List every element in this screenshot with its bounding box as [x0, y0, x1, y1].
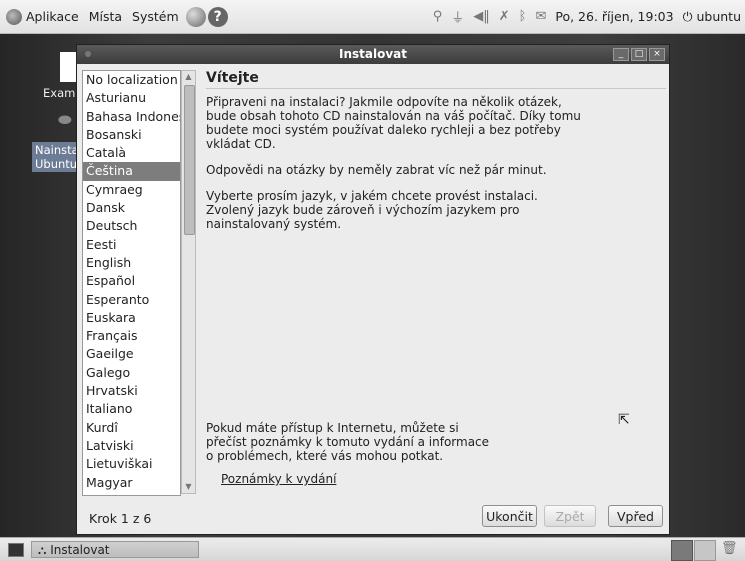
release-notes-link[interactable]: Poznámky k vydání — [221, 472, 336, 486]
window-controls: _ □ × — [613, 48, 665, 61]
taskbar-item-label: Instalovat — [50, 543, 110, 557]
menu-applications-label: Aplikace — [26, 9, 79, 24]
clock[interactable]: Po, 26. říjen, 19:03 — [555, 9, 673, 24]
close-icon[interactable]: × — [649, 48, 665, 61]
step-indicator: Krok 1 z 6 — [89, 511, 152, 526]
internet-paragraph: Pokud máte přístup k Internetu, můžete s… — [206, 421, 490, 463]
user-name: ubuntu — [696, 8, 741, 24]
minimize-icon[interactable]: _ — [613, 48, 629, 61]
language-item[interactable]: No localization — [83, 71, 180, 89]
language-item[interactable]: Dansk — [83, 199, 180, 217]
main-menu: Aplikace Místa Systém ? — [0, 0, 228, 33]
workspace-1[interactable] — [671, 540, 693, 561]
scrollbar-thumb[interactable] — [184, 85, 195, 235]
language-item[interactable]: Eesti — [83, 236, 180, 254]
installer-window: Instalovat _ □ × No localization Asturian… — [76, 44, 670, 535]
language-item[interactable]: Bosanski — [83, 126, 180, 144]
page-title: Vítejte — [206, 70, 666, 89]
language-item[interactable]: Deutsch — [83, 217, 180, 235]
foot-icon — [6, 8, 22, 25]
taskbar-item-installer[interactable]: ⛬ Instalovat — [31, 541, 199, 558]
bluetooth-icon[interactable]: ✗ — [499, 9, 510, 24]
scroll-up-icon[interactable]: ▲ — [182, 71, 195, 83]
language-item[interactable]: Bahasa Indonesia — [83, 108, 180, 126]
language-item[interactable]: Català — [83, 144, 180, 162]
mail-icon[interactable]: ✉ — [535, 9, 546, 24]
back-button[interactable]: Zpět — [544, 505, 596, 527]
top-panel: Aplikace Místa Systém ? ⚲ ⏚ ◀‖ ✗ ᛒ ✉ Po,… — [0, 0, 745, 34]
installer-icon[interactable]: ⬬ — [58, 110, 72, 130]
duration-paragraph: Odpovědi na otázky by neměly zabrat víc … — [206, 163, 547, 177]
workspace-2[interactable] — [694, 540, 716, 561]
network-icon[interactable]: ⏚ — [451, 7, 464, 26]
language-item[interactable]: Čeština — [83, 162, 180, 181]
language-item[interactable]: Euskara — [83, 309, 180, 327]
language-item[interactable]: Gaeilge — [83, 345, 180, 363]
language-item[interactable]: Cymraeg — [83, 181, 180, 199]
bottom-panel: ⛬ Instalovat 🗑 — [0, 537, 745, 561]
language-scrollbar[interactable]: ▲ ▼ — [181, 70, 196, 494]
system-tray: ⚲ ⏚ ◀‖ ✗ ᛒ ✉ Po, 26. říjen, 19:03 ⏻ ubun… — [433, 0, 741, 33]
volume-icon[interactable]: ◀‖ — [473, 9, 490, 24]
window-title: Instalovat — [339, 47, 407, 61]
language-item[interactable]: Kurdî — [83, 419, 180, 437]
intro-paragraph: Připraveni na instalaci? Jakmile odpovít… — [206, 95, 581, 151]
language-item[interactable]: Español — [83, 272, 180, 290]
language-item[interactable]: Latviski — [83, 437, 180, 455]
desktop-icon-install-ubuntu[interactable]: Nainsta Ubuntu — [32, 142, 82, 172]
trash-icon[interactable]: 🗑 — [721, 541, 738, 558]
language-item[interactable]: Galego — [83, 364, 180, 382]
quit-button[interactable]: Ukončit — [482, 505, 537, 527]
show-desktop-icon[interactable] — [8, 543, 24, 557]
scroll-down-icon[interactable]: ▼ — [182, 481, 195, 493]
forward-button[interactable]: Vpřed — [608, 505, 663, 527]
menu-places-label: Místa — [88, 9, 123, 24]
language-item[interactable]: Hrvatski — [83, 382, 180, 400]
window-titlebar[interactable]: Instalovat _ □ × — [77, 45, 669, 64]
language-item[interactable]: Français — [83, 327, 180, 345]
battery-icon[interactable]: ᛒ — [519, 9, 527, 24]
help-icon[interactable]: ? — [207, 6, 228, 27]
language-paragraph: Vyberte prosím jazyk, v jakém chcete pro… — [206, 189, 538, 231]
accessibility-icon[interactable]: ⚲ — [433, 9, 443, 24]
language-item[interactable]: Esperanto — [83, 291, 180, 309]
language-item[interactable]: Lietuviškai — [83, 455, 180, 473]
language-list[interactable]: No localizationAsturianuBahasa Indonesia… — [82, 70, 181, 496]
user-switcher[interactable]: ⏻ ubuntu — [683, 9, 741, 25]
web-browser-icon[interactable] — [185, 6, 206, 27]
welcome-content: Vítejte Připraveni na instalaci? Jakmile… — [206, 70, 666, 243]
language-item[interactable]: Nederlands — [83, 492, 180, 495]
installer-task-icon: ⛬ — [38, 543, 51, 557]
menu-system[interactable]: Systém — [127, 9, 184, 24]
menu-applications[interactable]: Aplikace — [0, 8, 84, 25]
menu-system-label: Systém — [132, 9, 179, 24]
language-item[interactable]: Italiano — [83, 400, 180, 418]
language-item[interactable]: Magyar — [83, 474, 180, 492]
maximize-icon[interactable]: □ — [631, 48, 647, 61]
language-item[interactable]: Asturianu — [83, 89, 180, 107]
language-item[interactable]: English — [83, 254, 180, 272]
menu-places[interactable]: Místa — [84, 9, 127, 24]
desktop-icon-examples[interactable]: Exam — [43, 86, 75, 100]
mouse-pointer-icon: ⇱ — [618, 412, 630, 428]
